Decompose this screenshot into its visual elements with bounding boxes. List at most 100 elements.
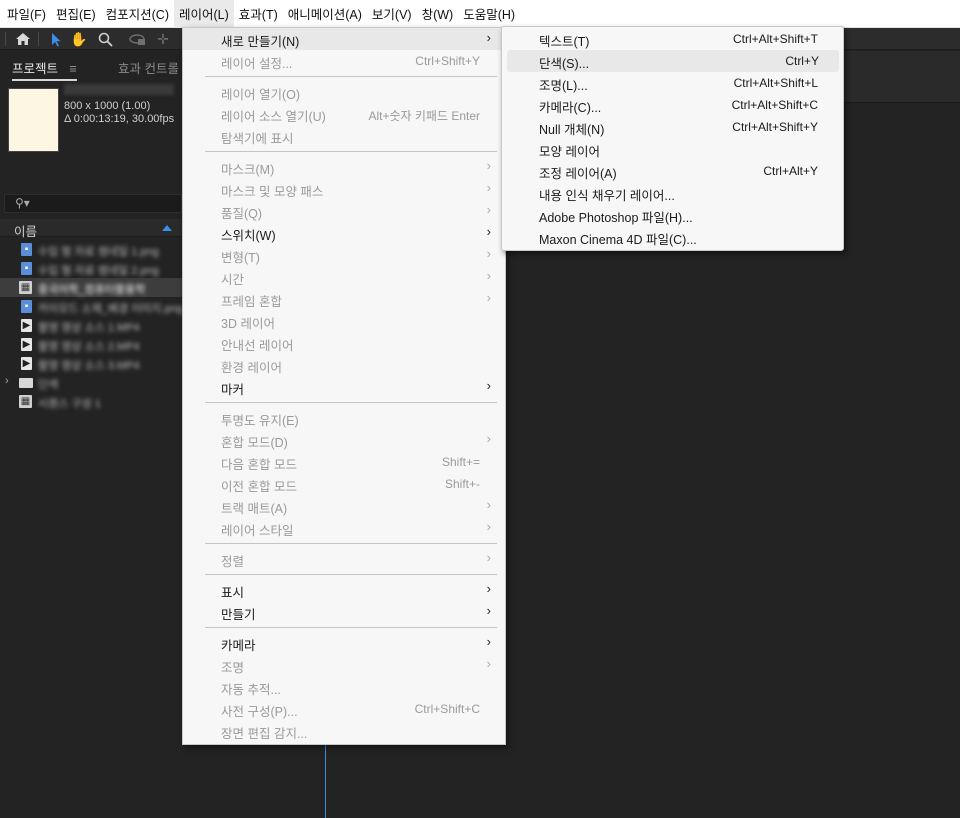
- menu-item-label: 시간: [221, 273, 245, 287]
- layer-menu-item[interactable]: 트랙 매트(A) ›: [183, 495, 505, 517]
- selection-arrow-icon[interactable]: [46, 30, 66, 48]
- orbit-camera-icon[interactable]: [128, 30, 148, 48]
- menu-item-label: 표시: [221, 586, 245, 600]
- submenu-arrow-icon: ›: [486, 581, 491, 596]
- tab-effect-controls[interactable]: 효과 컨트롤: [118, 58, 179, 77]
- pan-behind-icon[interactable]: ✛: [153, 30, 173, 48]
- menu-animation[interactable]: 애니메이션(A): [283, 0, 367, 28]
- menu-item-label: 스위치(W): [221, 229, 276, 243]
- layer-menu-item[interactable]: 카메라 ›: [183, 632, 505, 654]
- layer-menu-item[interactable]: 만들기 ›: [183, 601, 505, 623]
- layer-menu-item[interactable]: 장면 편집 감지...: [183, 720, 505, 742]
- layer-menu-item[interactable]: 자동 추적...: [183, 676, 505, 698]
- menu-item-label: 품질(Q): [221, 207, 263, 221]
- menu-layer[interactable]: 레이어(L): [174, 0, 234, 28]
- project-item-name: 촬영 영상 소스 2.MP4: [38, 341, 140, 353]
- new-submenu-item[interactable]: Adobe Photoshop 파일(H)...: [502, 204, 843, 226]
- project-item-row[interactable]: › 단색: [0, 373, 184, 392]
- project-item-row[interactable]: ▶ 촬영 영상 소스 1.MP4: [0, 316, 184, 335]
- new-submenu-item[interactable]: 모양 레이어: [502, 138, 843, 160]
- layer-menu-item[interactable]: 변형(T) ›: [183, 244, 505, 266]
- layer-menu-item[interactable]: 레이어 스타일 ›: [183, 517, 505, 539]
- menu-edit[interactable]: 편집(E): [51, 0, 101, 28]
- project-item-row[interactable]: ▦ 중국어학_컴퓨터활용학: [0, 278, 184, 297]
- layer-menu-item[interactable]: 마스크 및 모양 패스 ›: [183, 178, 505, 200]
- layer-menu-item[interactable]: 프레임 혼합 ›: [183, 288, 505, 310]
- new-submenu-item[interactable]: 조명(L)... Ctrl+Alt+Shift+L: [502, 72, 843, 94]
- folder-icon: [19, 378, 33, 388]
- menu-item-label: 레이어 설정...: [221, 57, 293, 71]
- new-submenu-item[interactable]: Maxon Cinema 4D 파일(C)...: [502, 226, 843, 248]
- layer-menu-item[interactable]: 시간 ›: [183, 266, 505, 288]
- new-submenu-item[interactable]: 내용 인식 채우기 레이어...: [502, 182, 843, 204]
- project-search-input[interactable]: ⚲▾: [4, 194, 182, 213]
- menu-separator: [205, 151, 497, 152]
- layer-menu-item[interactable]: 혼합 모드(D) ›: [183, 429, 505, 451]
- layer-menu-item[interactable]: 다음 혼합 모드 Shift+=: [183, 451, 505, 473]
- layer-menu-item[interactable]: 품질(Q) ›: [183, 200, 505, 222]
- image-file-icon: ▪: [21, 243, 32, 256]
- layer-menu-item[interactable]: 탐색기에 표시: [183, 125, 505, 147]
- new-submenu-item[interactable]: 단색(S)... Ctrl+Y: [507, 50, 839, 72]
- project-item-row[interactable]: ▪ 카이모드 소재_배경 이미지.png: [0, 297, 184, 316]
- menu-composition[interactable]: 컴포지션(C): [101, 0, 174, 28]
- menu-view[interactable]: 보기(V): [367, 0, 417, 28]
- submenu-arrow-icon: ›: [486, 603, 491, 618]
- menu-item-label: 마커: [221, 383, 245, 397]
- layer-menu-item[interactable]: 스위치(W) ›: [183, 222, 505, 244]
- layer-menu-item[interactable]: 안내선 레이어: [183, 332, 505, 354]
- menu-effect[interactable]: 효과(T): [234, 0, 283, 28]
- submenu-arrow-icon: ›: [486, 378, 491, 393]
- video-file-icon: ▶: [21, 338, 32, 351]
- layer-menu-item[interactable]: 레이어 열기(O): [183, 81, 505, 103]
- layer-menu-item[interactable]: 레이어 소스 열기(U) Alt+숫자 키패드 Enter: [183, 103, 505, 125]
- home-icon[interactable]: [13, 30, 33, 48]
- layer-menu-item[interactable]: 새로 만들기(N) ›: [183, 28, 505, 50]
- layer-menu-item[interactable]: 마스크(M) ›: [183, 156, 505, 178]
- layer-menu-item[interactable]: 표시 ›: [183, 579, 505, 601]
- tab-project[interactable]: 프로젝트 ≡: [12, 58, 77, 81]
- menu-window[interactable]: 창(W): [417, 0, 459, 28]
- layer-menu-item[interactable]: 3D 레이어: [183, 310, 505, 332]
- project-item-row[interactable]: ▦ 시퀀스 구성 1: [0, 392, 184, 411]
- submenu-arrow-icon: ›: [486, 290, 491, 305]
- menu-file[interactable]: 파일(F): [2, 0, 51, 28]
- layer-menu-item[interactable]: 환경 레이어: [183, 354, 505, 376]
- menu-item-shortcut: Ctrl+Y: [785, 54, 819, 68]
- new-submenu-item[interactable]: 조정 레이어(A) Ctrl+Alt+Y: [502, 160, 843, 182]
- menu-item-label: 환경 레이어: [221, 361, 282, 375]
- project-item-row[interactable]: ▪ 수입 형 자료 썸네일 1.png: [0, 240, 184, 259]
- submenu-arrow-icon: ›: [486, 224, 491, 239]
- menu-item-shortcut: Ctrl+Shift+Y: [415, 54, 480, 68]
- thumbnail-item-name: [64, 84, 174, 95]
- project-item-row[interactable]: ▶ 촬영 영상 소스 3.MP4: [0, 354, 184, 373]
- video-file-icon: ▶: [21, 357, 32, 370]
- submenu-arrow-icon: ›: [486, 634, 491, 649]
- layer-menu-item[interactable]: 레이어 설정... Ctrl+Shift+Y: [183, 50, 505, 72]
- folder-expand-icon[interactable]: ›: [5, 375, 9, 387]
- layer-menu-item[interactable]: 투명도 유지(E): [183, 407, 505, 429]
- layer-menu-item[interactable]: 사전 구성(P)... Ctrl+Shift+C: [183, 698, 505, 720]
- menu-item-label: 조명(L)...: [539, 79, 588, 93]
- menu-item-label: 조정 레이어(A): [539, 167, 617, 181]
- menu-item-label: 탐색기에 표시: [221, 132, 294, 146]
- menu-item-label: 만들기: [221, 608, 256, 622]
- layer-menu-item[interactable]: 이전 혼합 모드 Shift+-: [183, 473, 505, 495]
- layer-menu-item[interactable]: 조명 ›: [183, 654, 505, 676]
- menu-help[interactable]: 도움말(H): [458, 0, 520, 28]
- submenu-arrow-icon: ›: [486, 431, 491, 446]
- project-item-name: 수입 형 자료 썸네일 1.png: [38, 246, 159, 258]
- new-submenu-item[interactable]: 텍스트(T) Ctrl+Alt+Shift+T: [502, 28, 843, 50]
- hand-icon[interactable]: ✋: [69, 30, 89, 48]
- menu-item-label: 안내선 레이어: [221, 339, 294, 353]
- column-header-name[interactable]: 이름: [0, 219, 184, 239]
- panel-menu-icon[interactable]: ≡: [70, 62, 77, 76]
- new-submenu-item[interactable]: 카메라(C)... Ctrl+Alt+Shift+C: [502, 94, 843, 116]
- project-item-row[interactable]: ▶ 촬영 영상 소스 2.MP4: [0, 335, 184, 354]
- layer-menu-item[interactable]: 정렬 ›: [183, 548, 505, 570]
- layer-menu-item[interactable]: 마커 ›: [183, 376, 505, 398]
- menu-bar: 파일(F) 편집(E) 컴포지션(C) 레이어(L) 효과(T) 애니메이션(A…: [0, 0, 960, 28]
- zoom-icon[interactable]: [95, 30, 115, 48]
- project-item-row[interactable]: ▪ 수입 형 자료 썸네일 2.png: [0, 259, 184, 278]
- new-submenu-item[interactable]: Null 개체(N) Ctrl+Alt+Shift+Y: [502, 116, 843, 138]
